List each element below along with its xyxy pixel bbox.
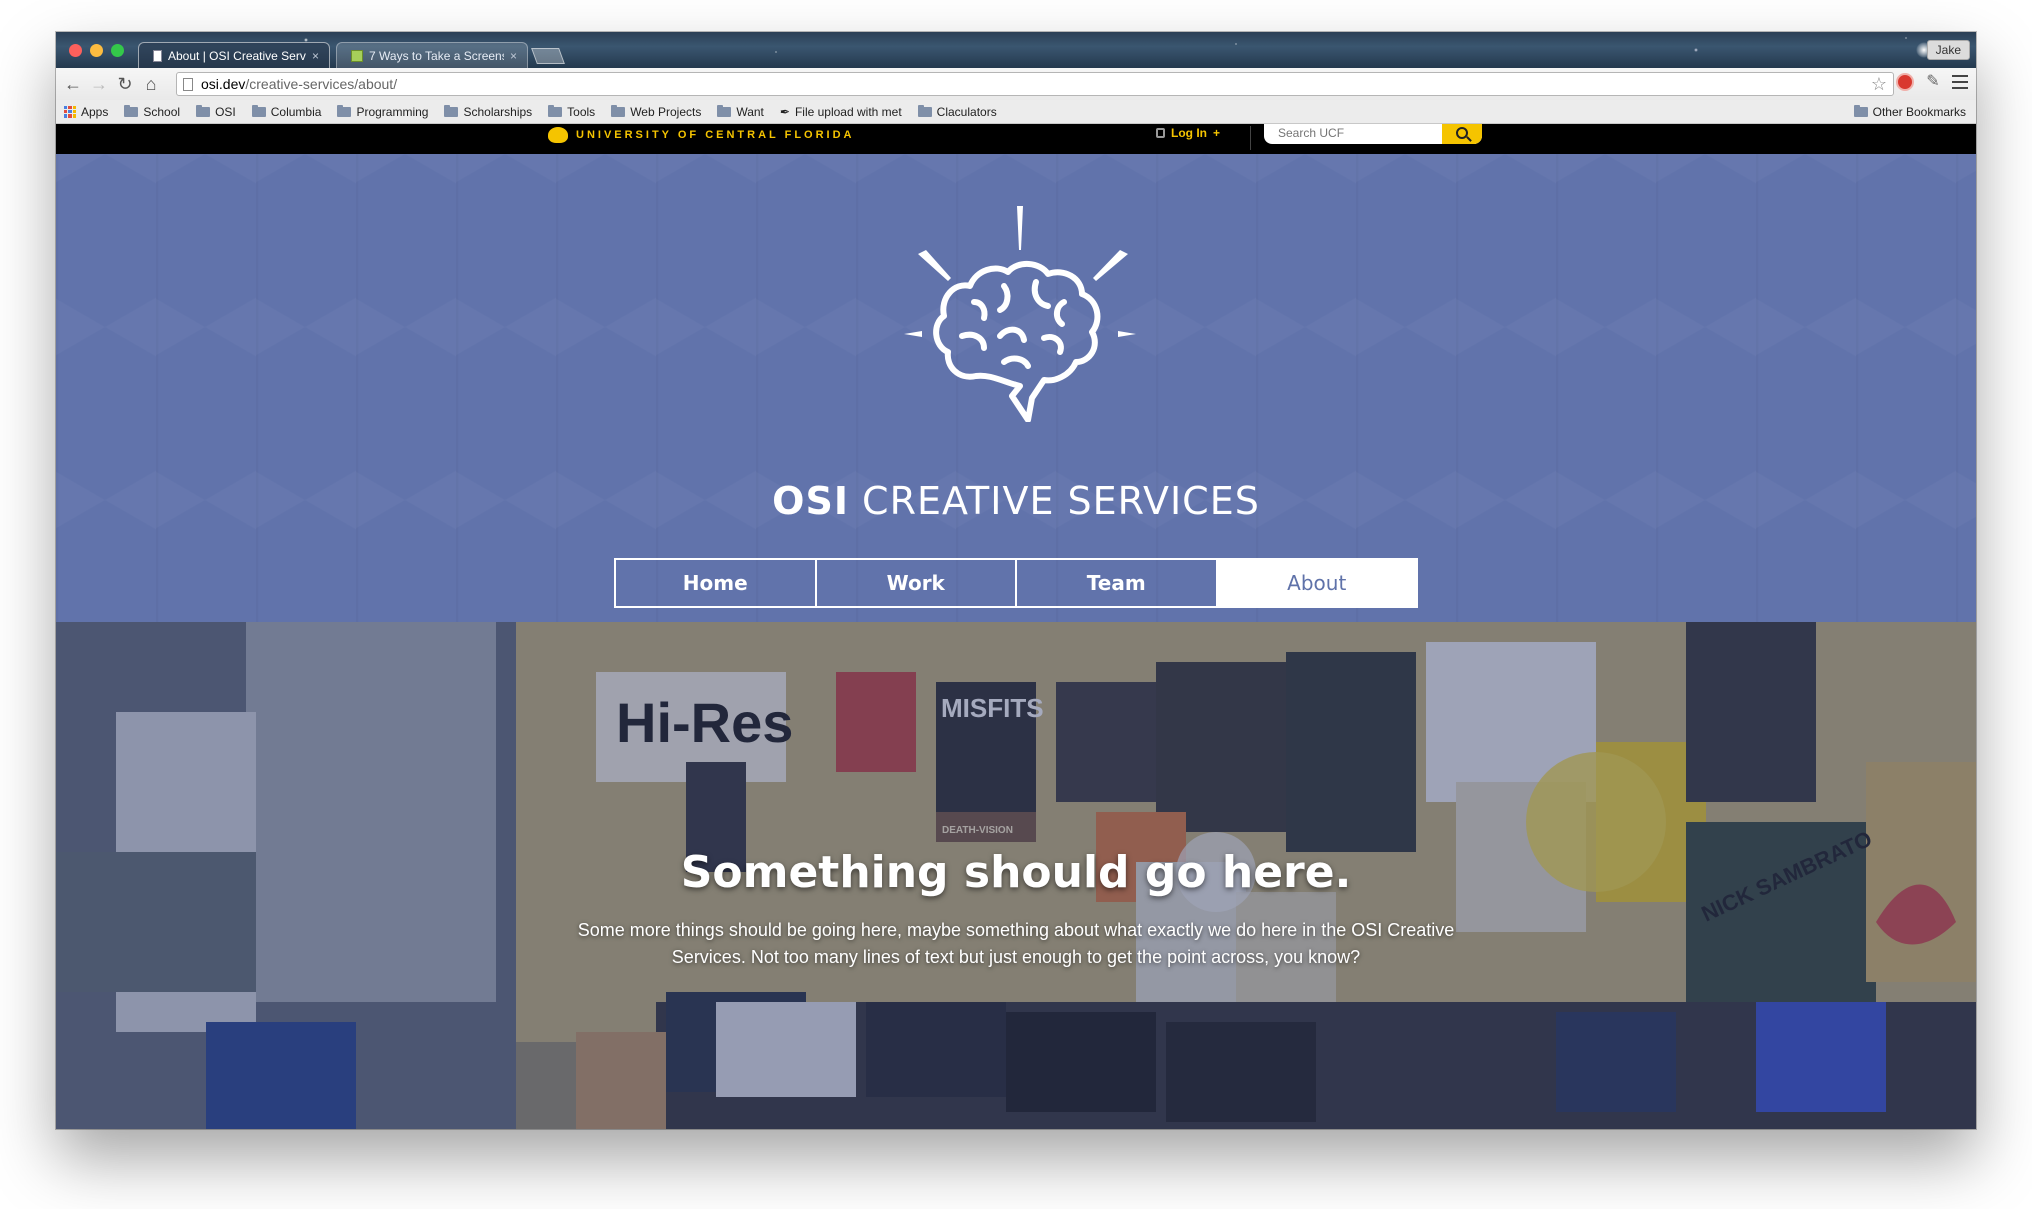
bookmark-apps[interactable]: Apps [64, 105, 108, 119]
tab-title: About | OSI Creative Servic [168, 48, 306, 63]
bookmark-school[interactable]: School [124, 104, 181, 119]
forward-arrow-icon[interactable]: → [88, 73, 110, 95]
bookmark-label: Programming [356, 104, 429, 119]
page-viewport: UNIVERSITY OF CENTRAL FLORIDA Log In + S… [56, 124, 1976, 1129]
folder-icon [611, 104, 626, 117]
site-header: OSI CREATIVE SERVICES Home Work Team Abo… [56, 154, 1976, 622]
close-window-button[interactable] [69, 44, 82, 57]
new-tab-button[interactable] [531, 48, 565, 64]
page-icon [153, 49, 162, 62]
bookmark-web-projects[interactable]: Web Projects [611, 104, 702, 119]
bookmark-claculators[interactable]: Claculators [917, 104, 997, 119]
profile-button[interactable]: Jake [1926, 40, 1970, 60]
other-bookmarks[interactable]: Other Bookmarks [1853, 104, 1966, 119]
brand-bold: OSI [772, 479, 849, 523]
folder-icon [717, 104, 732, 117]
brain-logo-icon [904, 206, 1136, 423]
bookmark-label: Claculators [936, 104, 997, 119]
bookmark-label: Columbia [270, 104, 322, 119]
site-title: OSI CREATIVE SERVICES [56, 479, 1976, 523]
bookmark-want[interactable]: Want [717, 104, 764, 119]
folder-icon [196, 104, 211, 117]
quill-icon: ✒ [779, 104, 790, 119]
url-host: osi.dev [201, 76, 246, 92]
bookmark-star-icon[interactable]: ☆ [1871, 74, 1887, 95]
browser-window: About | OSI Creative Servic × 7 Ways to … [56, 32, 1976, 1129]
hero-body: Some more things should be going here, m… [577, 920, 1455, 967]
tab-title: 7 Ways to Take a Screensh [369, 48, 504, 63]
page-icon [183, 77, 193, 91]
extension-icon[interactable] [1896, 73, 1914, 91]
bookmark-osi[interactable]: OSI [196, 104, 236, 119]
tab-screenshot[interactable]: 7 Ways to Take a Screensh × [336, 42, 528, 68]
menu-icon[interactable] [1952, 75, 1968, 89]
favicon-icon [351, 49, 363, 62]
ucf-header-bar: UNIVERSITY OF CENTRAL FLORIDA Log In + [56, 124, 1976, 154]
folder-icon [124, 104, 139, 117]
bookmark-file-upload[interactable]: ✒ File upload with met [780, 105, 902, 119]
tab-close-icon[interactable]: × [510, 49, 517, 63]
bookmarks-bar: Apps School OSI Columbia Programming Sch… [56, 100, 1976, 124]
home-icon[interactable]: ⌂ [140, 73, 162, 95]
nav-work[interactable]: Work [817, 560, 1017, 606]
divider [1250, 126, 1251, 150]
window-controls [69, 44, 124, 57]
folder-icon [917, 104, 932, 117]
browser-titlebar: About | OSI Creative Servic × 7 Ways to … [56, 32, 1976, 68]
login-link[interactable]: Log In + [1156, 126, 1220, 140]
folder-icon [444, 104, 459, 117]
minimize-window-button[interactable] [90, 44, 103, 57]
main-nav: Home Work Team About [614, 558, 1418, 608]
reload-icon[interactable]: ↻ [114, 73, 136, 95]
login-label: Log In [1171, 126, 1207, 140]
ucf-logo[interactable]: UNIVERSITY OF CENTRAL FLORIDA [548, 127, 855, 143]
ucf-search [1264, 124, 1482, 144]
bookmark-columbia[interactable]: Columbia [251, 104, 322, 119]
bookmark-label: Tools [567, 104, 596, 119]
bookmark-label: School [143, 104, 181, 119]
apps-icon [64, 105, 76, 118]
bookmark-label: Scholarships [463, 104, 533, 119]
tab-about[interactable]: About | OSI Creative Servic × [138, 42, 330, 68]
nav-about[interactable]: About [1217, 560, 1416, 606]
bookmark-scholarships[interactable]: Scholarships [444, 104, 533, 119]
bookmark-label: Apps [81, 104, 109, 119]
back-arrow-icon[interactable]: ← [62, 73, 84, 95]
plus-icon: + [1213, 126, 1221, 140]
bookmark-label: Other Bookmarks [1872, 104, 1966, 119]
search-button[interactable] [1442, 124, 1482, 144]
folder-icon [1853, 104, 1868, 117]
folder-icon [548, 104, 563, 117]
folder-icon [251, 104, 266, 117]
pegasus-icon [548, 127, 568, 143]
bookmark-programming[interactable]: Programming [337, 104, 429, 119]
bookmark-label: Want [736, 104, 764, 119]
ucf-logo-text: UNIVERSITY OF CENTRAL FLORIDA [576, 129, 855, 141]
search-icon [1456, 127, 1468, 139]
url-path: /creative-services/about/ [245, 76, 398, 92]
tab-close-icon[interactable]: × [312, 49, 319, 63]
nav-home[interactable]: Home [616, 560, 817, 606]
folder-icon [337, 104, 352, 117]
browser-toolbar: ← → ↻ ⌂ osi.dev/creative-services/about/… [56, 68, 1976, 100]
brand-rest: CREATIVE SERVICES [848, 479, 1260, 523]
address-bar[interactable]: osi.dev/creative-services/about/ ☆ [176, 72, 1894, 96]
hero-section: Hi-Res MISFITS DEATH-VISION NICK SAMBRAT… [56, 622, 1976, 1129]
bookmark-label: File upload with met [794, 104, 902, 119]
search-input[interactable] [1264, 124, 1442, 144]
maximize-window-button[interactable] [111, 44, 124, 57]
lock-icon [1156, 128, 1165, 138]
bookmark-label: Web Projects [630, 104, 702, 119]
eyedropper-icon[interactable]: ✎ [1924, 73, 1942, 91]
hero-heading: Something should go here. [680, 847, 1352, 898]
bookmark-label: OSI [215, 104, 236, 119]
nav-team[interactable]: Team [1017, 560, 1218, 606]
bookmark-tools[interactable]: Tools [548, 104, 596, 119]
